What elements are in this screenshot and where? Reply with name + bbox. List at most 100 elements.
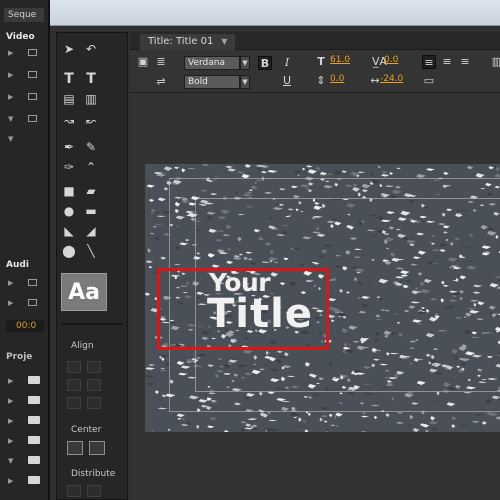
tab-stops-icon[interactable]: ▥ xyxy=(490,55,500,69)
add-anchor-tool-icon[interactable]: ✑ xyxy=(61,159,77,175)
video-track-row[interactable]: ▼ xyxy=(6,134,44,144)
font-style-arrow-icon[interactable]: ▼ xyxy=(240,75,250,89)
rectangle-tool-icon[interactable]: ■ xyxy=(61,183,77,199)
project-item[interactable]: ▶ xyxy=(6,436,44,446)
vertical-area-type-tool-icon[interactable]: ▥ xyxy=(83,91,99,107)
expand-arrow-icon[interactable]: ▶ xyxy=(8,437,13,445)
expand-arrow-icon[interactable]: ▶ xyxy=(8,377,13,385)
audio-track-row[interactable]: ▶ xyxy=(6,278,44,288)
eye-icon[interactable] xyxy=(28,115,37,122)
align-left-button[interactable] xyxy=(67,361,81,373)
expand-arrow-icon[interactable]: ▶ xyxy=(8,49,13,57)
video-track-row[interactable]: ▼ xyxy=(6,114,44,124)
convert-anchor-tool-icon[interactable]: ⌃ xyxy=(83,159,99,175)
show-video-icon[interactable]: ▭ xyxy=(422,74,436,88)
center-horizontal-button[interactable] xyxy=(67,441,83,455)
delete-anchor-tool-icon[interactable]: ✎ xyxy=(83,139,99,155)
wedge-tool-icon[interactable]: ◣ xyxy=(61,223,77,239)
folder-icon xyxy=(28,416,40,424)
type-tool-icon[interactable]: T xyxy=(61,71,77,87)
align-bottom-button[interactable] xyxy=(67,397,81,409)
video-track-row[interactable]: ▶ xyxy=(6,48,44,58)
center-vertical-button[interactable] xyxy=(89,441,105,455)
window-titlebar[interactable] xyxy=(50,0,500,26)
expand-arrow-icon[interactable]: ▶ xyxy=(8,397,13,405)
font-family-dropdown[interactable]: Verdana xyxy=(184,56,240,70)
eye-icon[interactable] xyxy=(28,71,37,78)
eye-icon[interactable] xyxy=(28,49,37,56)
templates-icon[interactable]: ⇌ xyxy=(154,75,168,89)
rounded-rectangle-tool-icon[interactable]: ● xyxy=(61,203,77,219)
project-item[interactable]: ▶ xyxy=(6,416,44,426)
align-right-button[interactable] xyxy=(87,397,101,409)
arc-tool-icon[interactable]: ◢ xyxy=(83,223,99,239)
project-item[interactable]: ▶ xyxy=(6,376,44,386)
timecode-display[interactable]: 00:0 xyxy=(6,320,44,332)
vertical-type-tool-icon[interactable]: T xyxy=(83,71,99,87)
roll-crawl-options-icon[interactable]: ≣ xyxy=(154,55,168,69)
text-properties-toolbar: ▣ ≣ Verdana ▼ B I T 61.0 V̲A 0.0 ≡ ≡ ≡ ▥… xyxy=(130,51,500,93)
collapse-arrow-icon[interactable]: ▼ xyxy=(8,115,13,123)
clipped-corner-rectangle-tool-icon[interactable]: ▰ xyxy=(83,183,99,199)
tab-title-01[interactable]: Title: Title 01 ▼ xyxy=(140,34,236,50)
collapse-arrow-icon[interactable]: ▼ xyxy=(8,457,13,465)
expand-arrow-icon[interactable]: ▶ xyxy=(8,279,13,287)
expand-arrow-icon[interactable]: ▶ xyxy=(8,93,13,101)
align-top-button[interactable] xyxy=(67,379,81,391)
selection-tool-icon[interactable]: ➤ xyxy=(61,41,77,57)
project-panel-header[interactable]: Proje xyxy=(6,350,44,364)
text-highlight-box xyxy=(157,268,329,350)
align-text-center-button[interactable]: ≡ xyxy=(440,55,454,69)
video-track-row[interactable]: ▶ xyxy=(6,70,44,80)
expand-arrow-icon[interactable]: ▶ xyxy=(8,71,13,79)
align-center-button[interactable] xyxy=(87,361,101,373)
video-track-header: Video xyxy=(6,32,35,42)
speaker-icon[interactable] xyxy=(28,279,37,286)
audio-track-row[interactable]: ▶ xyxy=(6,298,44,308)
title-designer-window: ➤ ↶ T T ▤ ▥ ↝ ↜ ✒ ✎ ✑ ⌃ ■ ▰ ● ▬ ◣ ◢ ⬤ ╲ … xyxy=(48,0,500,500)
expand-arrow-icon[interactable]: ▶ xyxy=(8,417,13,425)
kerning-value[interactable]: 0.0 xyxy=(384,55,398,65)
expand-arrow-icon[interactable]: ▶ xyxy=(8,299,13,307)
font-size-icon: T xyxy=(317,55,325,68)
project-item[interactable]: ▼ xyxy=(6,456,44,466)
panel-divider xyxy=(61,323,123,325)
ellipse-tool-icon[interactable]: ⬤ xyxy=(61,243,77,259)
font-size-value[interactable]: 61.0 xyxy=(330,55,350,65)
align-middle-button[interactable] xyxy=(87,379,101,391)
project-item[interactable]: ▶ xyxy=(6,476,44,486)
vertical-path-type-tool-icon[interactable]: ↜ xyxy=(83,113,99,129)
folder-icon xyxy=(28,476,40,484)
font-style-dropdown[interactable]: Bold xyxy=(184,75,240,89)
title-main-panel: Title: Title 01 ▼ ▣ ≣ Verdana ▼ B I T 61.… xyxy=(130,32,500,500)
text-style-sample[interactable]: Aa xyxy=(61,273,107,311)
font-family-arrow-icon[interactable]: ▼ xyxy=(240,56,250,70)
align-text-left-button[interactable]: ≡ xyxy=(422,55,436,69)
sequence-tab[interactable]: Seque xyxy=(4,8,44,22)
eye-icon[interactable] xyxy=(28,93,37,100)
speaker-icon[interactable] xyxy=(28,299,37,306)
expand-arrow-icon[interactable]: ▶ xyxy=(8,477,13,485)
tab-menu-arrow-icon[interactable]: ▼ xyxy=(221,37,227,46)
title-tools-panel: ➤ ↶ T T ▤ ▥ ↝ ↜ ✒ ✎ ✑ ⌃ ■ ▰ ● ▬ ◣ ◢ ⬤ ╲ … xyxy=(56,32,128,500)
bold-button[interactable]: B xyxy=(258,56,272,70)
video-track-row[interactable]: ▶ xyxy=(6,92,44,102)
rounded-corner-rectangle-tool-icon[interactable]: ▬ xyxy=(83,203,99,219)
background-app-panel: Seque Video ▶ ▶ ▶ ▼ ▼ Audi ▶ ▶ 00:0 Proj… xyxy=(0,0,48,500)
italic-button[interactable]: I xyxy=(280,56,294,70)
line-tool-icon[interactable]: ╲ xyxy=(83,243,99,259)
leading-value[interactable]: 0.0 xyxy=(330,74,344,84)
pen-tool-icon[interactable]: ✒ xyxy=(61,139,77,155)
align-text-right-button[interactable]: ≡ xyxy=(458,55,472,69)
project-item[interactable]: ▶ xyxy=(6,396,44,406)
folder-icon xyxy=(28,436,40,444)
path-type-tool-icon[interactable]: ↝ xyxy=(61,113,77,129)
collapse-arrow-icon[interactable]: ▼ xyxy=(8,135,13,143)
tracking-value[interactable]: -24.0 xyxy=(380,74,403,84)
area-type-tool-icon[interactable]: ▤ xyxy=(61,91,77,107)
distribute-button[interactable] xyxy=(87,485,101,497)
rotation-tool-icon[interactable]: ↶ xyxy=(83,41,99,57)
distribute-button[interactable] xyxy=(67,485,81,497)
new-title-icon[interactable]: ▣ xyxy=(136,55,150,69)
underline-button[interactable]: U xyxy=(280,74,294,88)
